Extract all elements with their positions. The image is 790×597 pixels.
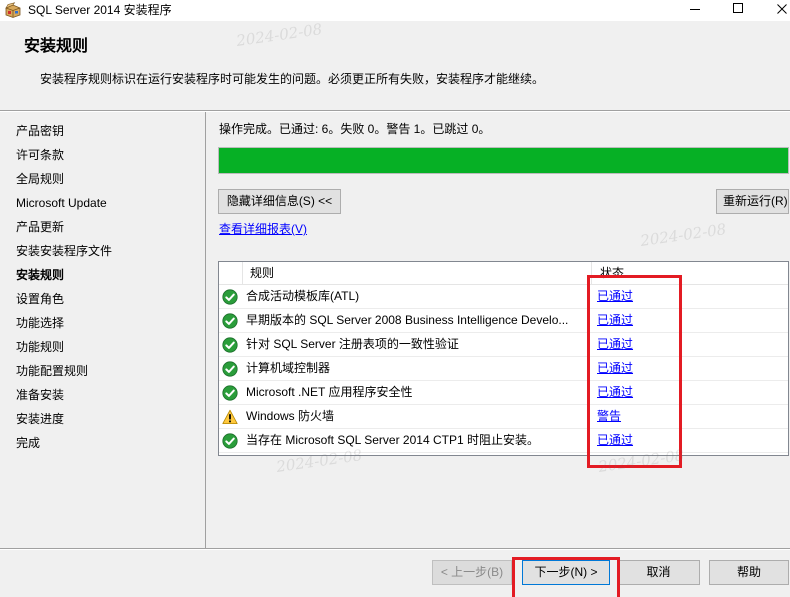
rule-status-link[interactable]: 已通过: [597, 337, 633, 351]
rule-icon-cell: [219, 309, 243, 332]
rule-status-link[interactable]: 已通过: [597, 313, 633, 327]
rule-icon-cell: [219, 357, 243, 380]
passed-check-icon: [222, 433, 238, 449]
sidebar-item-install-setup-files: 安装安装程序文件: [16, 244, 113, 258]
minimize-icon[interactable]: [690, 9, 700, 10]
sidebar-item-global-rules: 全局规则: [16, 172, 65, 186]
rerun-button[interactable]: 重新运行(R): [716, 189, 789, 214]
back-button[interactable]: < 上一步(B): [432, 560, 512, 585]
next-button[interactable]: 下一步(N) >: [522, 560, 610, 585]
icon-column-header[interactable]: [219, 262, 243, 284]
sidebar-item-product-updates: 产品更新: [16, 220, 65, 234]
passed-check-icon: [222, 361, 238, 377]
step-sidebar: 产品密钥 许可条款 全局规则 Microsoft Update 产品更新 安装安…: [0, 112, 206, 548]
table-header: 规则 状态: [219, 262, 788, 285]
table-row[interactable]: 当存在 Microsoft SQL Server 2014 CTP1 时阻止安装…: [219, 429, 788, 453]
close-icon[interactable]: [777, 3, 787, 14]
sidebar-item-installation-progress: 安装进度: [16, 412, 65, 426]
maximize-icon[interactable]: [733, 3, 743, 13]
rule-name: 计算机域控制器: [246, 361, 331, 375]
rule-icon-cell: [219, 381, 243, 404]
window-title: SQL Server 2014 安装程序: [28, 3, 172, 17]
progress-fill: [219, 148, 788, 173]
rule-status-cell: 已通过: [592, 285, 788, 308]
warning-icon: [222, 409, 238, 425]
rule-icon-cell: [219, 333, 243, 356]
page-header: 安装规则 安装程序规则标识在运行安装程序时可能发生的问题。必须更正所有失败，安装…: [0, 21, 790, 110]
page-title: 安装规则: [24, 38, 89, 55]
sidebar-item-license-terms: 许可条款: [16, 148, 65, 162]
sidebar-item-microsoft-update: Microsoft Update: [16, 196, 107, 210]
rule-name: 当存在 Microsoft SQL Server 2014 CTP1 时阻止安装…: [246, 433, 539, 447]
sidebar-item-feature-configuration-rules: 功能配置规则: [16, 364, 89, 378]
sidebar-item-feature-selection: 功能选择: [16, 316, 65, 330]
table-row[interactable]: 针对 SQL Server 注册表项的一致性验证 已通过: [219, 333, 788, 357]
rule-column-header[interactable]: 规则: [243, 262, 592, 284]
table-row[interactable]: 合成活动模板库(ATL) 已通过: [219, 285, 788, 309]
sidebar-item-feature-rules: 功能规则: [16, 340, 65, 354]
help-button[interactable]: 帮助: [709, 560, 789, 585]
sidebar-item-setup-role: 设置角色: [16, 292, 65, 306]
footer-divider-highlight: [0, 549, 790, 550]
sql-setup-icon: [5, 2, 21, 18]
rule-status-cell: 已通过: [592, 381, 788, 404]
rule-status-cell: 已通过: [592, 333, 788, 356]
hide-details-button[interactable]: 隐藏详细信息(S) <<: [218, 189, 341, 214]
passed-check-icon: [222, 289, 238, 305]
status-column-header[interactable]: 状态: [592, 262, 788, 284]
rule-name: 针对 SQL Server 注册表项的一致性验证: [246, 337, 459, 351]
rule-icon-cell: [219, 285, 243, 308]
rule-icon-cell: [219, 429, 243, 452]
passed-check-icon: [222, 385, 238, 401]
rule-icon-cell: [219, 405, 243, 428]
passed-check-icon: [222, 313, 238, 329]
sidebar-item-ready-to-install: 准备安装: [16, 388, 65, 402]
table-row[interactable]: 早期版本的 SQL Server 2008 Business Intellige…: [219, 309, 788, 333]
rule-status-link[interactable]: 已通过: [597, 433, 633, 447]
watermark: 2024-02-08: [639, 220, 728, 250]
rule-status-link[interactable]: 已通过: [597, 289, 633, 303]
rule-name: 早期版本的 SQL Server 2008 Business Intellige…: [246, 313, 569, 327]
view-detailed-report-link[interactable]: 查看详细报表(V): [219, 222, 307, 236]
table-row[interactable]: Windows 防火墙 警告: [219, 405, 788, 429]
rule-status-link[interactable]: 已通过: [597, 361, 633, 375]
rule-status-link[interactable]: 已通过: [597, 385, 633, 399]
rule-status-cell: 警告: [592, 405, 788, 428]
rule-status-cell: 已通过: [592, 309, 788, 332]
cancel-button[interactable]: 取消: [617, 560, 700, 585]
rule-status-cell: 已通过: [592, 357, 788, 380]
rule-name: Windows 防火墙: [246, 409, 335, 423]
sidebar-item-complete: 完成: [16, 436, 41, 450]
page-description: 安装程序规则标识在运行安装程序时可能发生的问题。必须更正所有失败，安装程序才能继…: [40, 72, 545, 86]
sidebar-item-install-rules: 安装规则: [16, 268, 65, 282]
operation-status-text: 操作完成。已通过: 6。失败 0。警告 1。已跳过 0。: [219, 122, 491, 136]
rule-status-link[interactable]: 警告: [597, 409, 621, 423]
rule-name: Microsoft .NET 应用程序安全性: [246, 385, 413, 399]
title-bar[interactable]: SQL Server 2014 安装程序: [0, 0, 790, 21]
rule-name: 合成活动模板库(ATL): [246, 289, 360, 303]
table-row[interactable]: 计算机域控制器 已通过: [219, 357, 788, 381]
passed-check-icon: [222, 337, 238, 353]
table-row[interactable]: Microsoft .NET 应用程序安全性 已通过: [219, 381, 788, 405]
rules-table[interactable]: 规则 状态 合成活动模板库(ATL) 已通过 早期版本的 SQL Server …: [218, 261, 789, 456]
progress-bar: [218, 147, 789, 174]
rule-status-cell: 已通过: [592, 429, 788, 452]
sidebar-item-product-key: 产品密钥: [16, 124, 65, 138]
